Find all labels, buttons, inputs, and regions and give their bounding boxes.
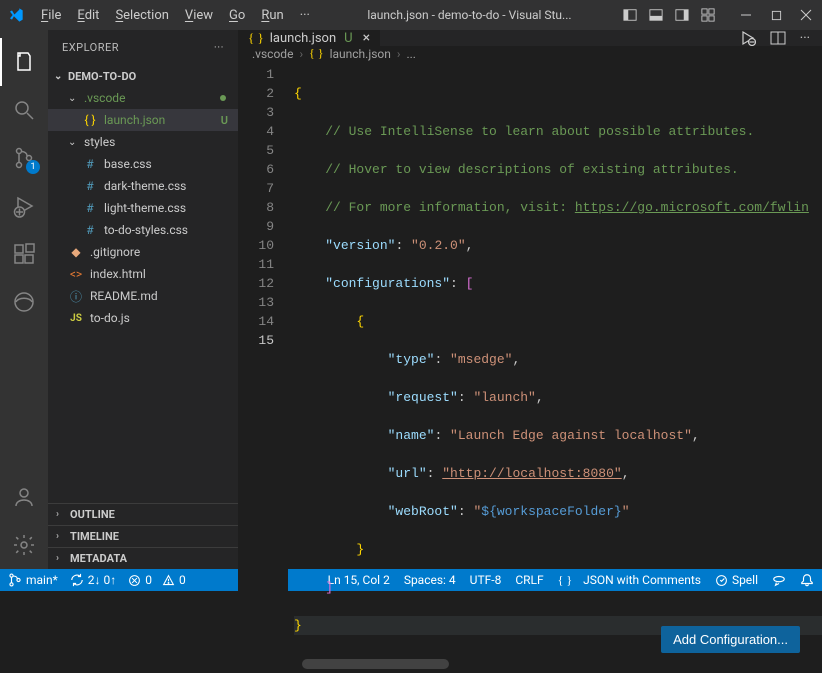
- title-bar: File Edit Selection View Go Run ··· laun…: [0, 0, 822, 30]
- sidebar-explorer: EXPLORER ··· ⌄ DEMO-TO-DO ⌄ .vscode { } …: [48, 30, 238, 569]
- chevron-right-icon: ›: [56, 531, 66, 542]
- tab-label: launch.json: [270, 31, 336, 46]
- status-branch[interactable]: main*: [8, 573, 58, 587]
- activity-source-control[interactable]: 1: [0, 134, 48, 182]
- horizontal-scrollbar[interactable]: [302, 659, 622, 669]
- window-controls: [738, 7, 814, 23]
- activity-run-debug[interactable]: [0, 182, 48, 230]
- maximize-icon[interactable]: [768, 7, 784, 23]
- breadcrumb-file[interactable]: launch.json: [330, 47, 391, 61]
- file-gitignore[interactable]: ◆ .gitignore: [48, 241, 238, 263]
- code-content[interactable]: { // Use IntelliSense to learn about pos…: [288, 61, 822, 673]
- scrollbar-thumb[interactable]: [302, 659, 449, 669]
- breadcrumb[interactable]: .vscode › { } launch.json › ...: [238, 46, 822, 61]
- editor-more-icon[interactable]: ···: [800, 31, 810, 46]
- editor-area: { } launch.json U × ··· .vscode › { } la…: [238, 30, 822, 569]
- git-modified-dot-icon: [220, 95, 226, 101]
- html-file-icon: <>: [68, 267, 84, 281]
- tab-git-status: U: [344, 31, 352, 46]
- close-icon[interactable]: [798, 7, 814, 23]
- main-area: 1 EXPLORER ··· ⌄ DEMO-TO-DO ⌄: [0, 30, 822, 569]
- vscode-logo-icon: [8, 7, 24, 23]
- file-todo-styles-css[interactable]: # to-do-styles.css: [48, 219, 238, 241]
- css-file-icon: #: [82, 223, 98, 237]
- scm-badge: 1: [26, 160, 40, 174]
- chevron-down-icon: ⌄: [68, 93, 78, 104]
- status-sync[interactable]: 2↓ 0↑: [70, 573, 116, 587]
- activity-explorer[interactable]: [0, 38, 48, 86]
- chevron-right-icon: ›: [299, 47, 303, 61]
- chevron-down-icon: ⌄: [68, 137, 78, 148]
- file-readme-md[interactable]: ⓘ README.md: [48, 285, 238, 307]
- file-dark-theme-css[interactable]: # dark-theme.css: [48, 175, 238, 197]
- menu-edit[interactable]: Edit: [70, 4, 106, 27]
- css-file-icon: #: [82, 157, 98, 171]
- json-file-icon: { }: [248, 30, 264, 46]
- project-header[interactable]: ⌄ DEMO-TO-DO: [48, 65, 238, 87]
- sidebar-title: EXPLORER: [62, 41, 119, 54]
- section-outline[interactable]: › OUTLINE: [48, 503, 238, 525]
- tab-launch-json[interactable]: { } launch.json U ×: [238, 30, 381, 46]
- project-name: DEMO-TO-DO: [68, 70, 136, 83]
- window-title: launch.json - demo-to-do - Visual Stu...: [319, 8, 620, 22]
- git-status-untracked: U: [221, 114, 228, 127]
- folder-styles[interactable]: ⌄ styles: [48, 131, 238, 153]
- chevron-down-icon: ⌄: [54, 71, 64, 82]
- chevron-right-icon: ›: [56, 553, 66, 564]
- editor-tabs: { } launch.json U × ···: [238, 30, 822, 46]
- activity-settings[interactable]: [0, 521, 48, 569]
- customize-layout-icon[interactable]: [700, 7, 716, 23]
- minimize-icon[interactable]: [738, 7, 754, 23]
- css-file-icon: #: [82, 201, 98, 215]
- activity-search[interactable]: [0, 86, 48, 134]
- activity-accounts[interactable]: [0, 473, 48, 521]
- gitignore-file-icon: ◆: [68, 245, 84, 259]
- folder-vscode[interactable]: ⌄ .vscode: [48, 87, 238, 109]
- toggle-panel-icon[interactable]: [648, 7, 664, 23]
- file-index-html[interactable]: <> index.html: [48, 263, 238, 285]
- menu-run[interactable]: Run: [254, 4, 290, 27]
- menu-bar: File Edit Selection View Go Run ···: [34, 4, 317, 27]
- activity-edge-tools[interactable]: [0, 278, 48, 326]
- js-file-icon: JS: [68, 313, 84, 324]
- chevron-right-icon: ›: [397, 47, 401, 61]
- file-todo-js[interactable]: JS to-do.js: [48, 307, 238, 329]
- json-file-icon: { }: [309, 46, 324, 61]
- file-launch-json[interactable]: { } launch.json U: [48, 109, 238, 131]
- section-metadata[interactable]: › METADATA: [48, 547, 238, 569]
- menu-overflow[interactable]: ···: [293, 4, 317, 27]
- code-editor[interactable]: 1234 5678 9101112 131415 { // Use Intell…: [238, 61, 822, 673]
- sidebar-header: EXPLORER ···: [48, 30, 238, 65]
- file-tree: ⌄ .vscode { } launch.json U ⌄ styles # b…: [48, 87, 238, 503]
- split-editor-icon[interactable]: [770, 30, 786, 46]
- menu-go[interactable]: Go: [222, 4, 252, 27]
- activity-bar: 1: [0, 30, 48, 569]
- tab-close-icon[interactable]: ×: [363, 30, 370, 46]
- breadcrumb-folder[interactable]: .vscode: [252, 47, 293, 61]
- file-light-theme-css[interactable]: # light-theme.css: [48, 197, 238, 219]
- breadcrumb-symbol[interactable]: ...: [406, 47, 416, 61]
- run-debug-icon[interactable]: [740, 30, 756, 46]
- info-file-icon: ⓘ: [68, 288, 84, 305]
- menu-selection[interactable]: Selection: [108, 4, 175, 27]
- activity-extensions[interactable]: [0, 230, 48, 278]
- status-problems[interactable]: 0 0: [128, 573, 186, 587]
- toggle-secondary-sidebar-icon[interactable]: [674, 7, 690, 23]
- menu-view[interactable]: View: [178, 4, 220, 27]
- file-base-css[interactable]: # base.css: [48, 153, 238, 175]
- add-configuration-button[interactable]: Add Configuration...: [661, 626, 800, 653]
- line-gutter: 1234 5678 9101112 131415: [238, 61, 288, 673]
- toggle-primary-sidebar-icon[interactable]: [622, 7, 638, 23]
- layout-controls: [622, 7, 716, 23]
- sidebar-more-icon[interactable]: ···: [214, 41, 224, 54]
- chevron-right-icon: ›: [56, 509, 66, 520]
- json-file-icon: { }: [82, 113, 98, 127]
- section-timeline[interactable]: › TIMELINE: [48, 525, 238, 547]
- css-file-icon: #: [82, 179, 98, 193]
- menu-file[interactable]: File: [34, 4, 68, 27]
